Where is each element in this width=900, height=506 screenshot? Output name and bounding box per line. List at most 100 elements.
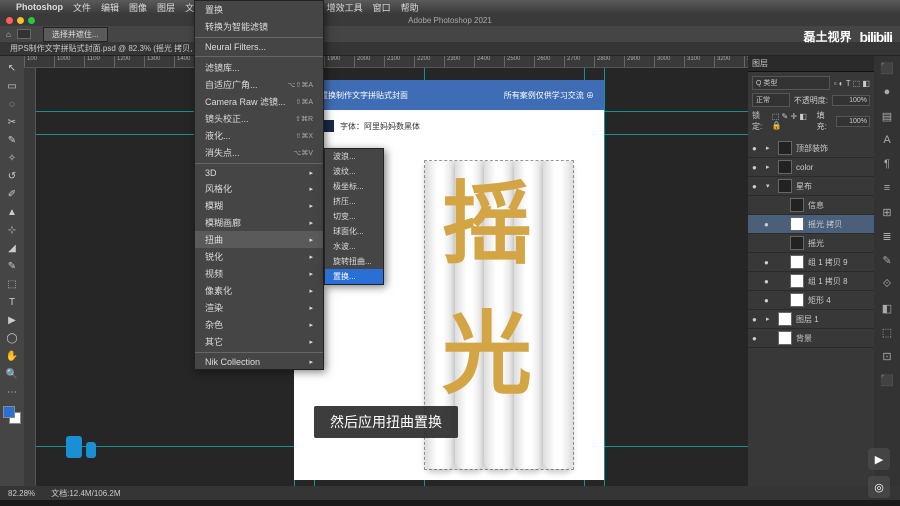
submenu-item[interactable]: 波纹... bbox=[325, 164, 383, 179]
layer-row[interactable]: ● 摇光 拷贝 bbox=[748, 215, 874, 234]
submenu-item[interactable]: 挤压... bbox=[325, 194, 383, 209]
tool-button[interactable]: ▭ bbox=[4, 78, 20, 94]
menu-category[interactable]: 扭曲▸ bbox=[195, 231, 323, 248]
guide[interactable] bbox=[604, 68, 605, 486]
tool-button[interactable]: ⊹ bbox=[4, 222, 20, 238]
tool-button[interactable]: ✋ bbox=[4, 348, 20, 364]
filter-select[interactable]: Q 类型 bbox=[752, 76, 830, 90]
page-thumb[interactable] bbox=[86, 442, 96, 458]
layer-row[interactable]: ●▾星布 bbox=[748, 177, 874, 196]
layer-name[interactable]: 组 1 拷贝 9 bbox=[808, 257, 848, 268]
fold-icon[interactable]: ▸ bbox=[766, 144, 774, 152]
menu-item[interactable]: 镜头校正...⇧⌘R bbox=[195, 110, 323, 127]
layer-name[interactable]: 图层 1 bbox=[796, 314, 819, 325]
layer-row[interactable]: ● 组 1 拷贝 8 bbox=[748, 272, 874, 291]
tool-button[interactable]: 🔍 bbox=[4, 366, 20, 382]
layer-name[interactable]: 星布 bbox=[796, 181, 812, 192]
menu-help[interactable]: 帮助 bbox=[401, 1, 419, 14]
menu-plugins[interactable]: 增效工具 bbox=[327, 1, 363, 14]
menu-layer[interactable]: 图层 bbox=[157, 1, 175, 14]
menu-file[interactable]: 文件 bbox=[73, 1, 91, 14]
tool-button[interactable]: ⬚ bbox=[4, 276, 20, 292]
layer-name[interactable]: color bbox=[796, 163, 813, 172]
panel-icon[interactable]: ¶ bbox=[879, 156, 895, 172]
menu-category[interactable]: 渲染▸ bbox=[195, 299, 323, 316]
layer-name[interactable]: 信息 bbox=[808, 200, 824, 211]
layers-tab[interactable]: 图层 bbox=[752, 58, 768, 69]
menu-item-nik[interactable]: Nik Collection▸ bbox=[195, 355, 323, 369]
submenu-item[interactable]: 置换... bbox=[325, 269, 383, 284]
menu-item[interactable]: 液化...⇧⌘X bbox=[195, 127, 323, 144]
panel-icon[interactable]: ⬛ bbox=[879, 60, 895, 76]
layer-row[interactable]: ● 矩形 4 bbox=[748, 291, 874, 310]
tool-button[interactable]: ✐ bbox=[4, 186, 20, 202]
panel-icon[interactable]: ✎ bbox=[879, 252, 895, 268]
blend-mode-select[interactable]: 正常 bbox=[752, 93, 790, 107]
layer-row[interactable]: ●▸图层 1 bbox=[748, 310, 874, 329]
panel-icon[interactable]: ◧ bbox=[879, 300, 895, 316]
fill-field[interactable]: 100% bbox=[836, 116, 870, 127]
menu-item[interactable]: 消失点...⌥⌘V bbox=[195, 144, 323, 161]
close-icon[interactable] bbox=[6, 17, 13, 24]
menu-category[interactable]: 视频▸ bbox=[195, 265, 323, 282]
panel-icon[interactable]: ⊞ bbox=[879, 204, 895, 220]
menu-category[interactable]: 模糊▸ bbox=[195, 197, 323, 214]
menu-item-smart-filter[interactable]: 转换为智能滤镜 bbox=[195, 18, 323, 35]
visibility-icon[interactable]: ● bbox=[764, 220, 774, 229]
tool-button[interactable]: ↺ bbox=[4, 168, 20, 184]
leitu-icon[interactable]: ◎ bbox=[868, 476, 890, 498]
lock-icons[interactable]: ⬚ ✎ ✛ ◧ 🔒 bbox=[772, 112, 813, 130]
panel-icon[interactable]: ● bbox=[879, 84, 895, 100]
layer-name[interactable]: 矩形 4 bbox=[808, 295, 831, 306]
visibility-icon[interactable]: ● bbox=[752, 334, 762, 343]
menu-item[interactable]: Camera Raw 滤镜...⇧⌘A bbox=[195, 93, 323, 110]
visibility-icon[interactable]: ● bbox=[752, 315, 762, 324]
tool-button[interactable]: ◯ bbox=[4, 330, 20, 346]
layer-row[interactable]: ●组 1 拷贝 9 bbox=[748, 253, 874, 272]
doc-info[interactable]: 文档:12.4M/106.2M bbox=[51, 488, 120, 499]
panel-icon[interactable]: A bbox=[879, 132, 895, 148]
fold-icon[interactable]: ▸ bbox=[766, 163, 774, 171]
tool-button[interactable]: ◢ bbox=[4, 240, 20, 256]
color-swatch[interactable] bbox=[3, 406, 21, 424]
menu-category[interactable]: 其它▸ bbox=[195, 333, 323, 350]
tool-button[interactable]: ◌ bbox=[4, 96, 20, 112]
menu-window[interactable]: 窗口 bbox=[373, 1, 391, 14]
layer-name[interactable]: 摇光 拷贝 bbox=[808, 219, 842, 230]
menu-category[interactable]: 3D▸ bbox=[195, 166, 323, 180]
tool-button[interactable]: ▶ bbox=[4, 312, 20, 328]
submenu-item[interactable]: 水波... bbox=[325, 239, 383, 254]
visibility-icon[interactable]: ● bbox=[764, 296, 774, 305]
layer-row[interactable]: ●▸color bbox=[748, 158, 874, 177]
menu-category[interactable]: 风格化▸ bbox=[195, 180, 323, 197]
tool-preset[interactable] bbox=[17, 29, 31, 39]
layer-row[interactable]: ●背景 bbox=[748, 329, 874, 348]
menu-item-last-filter[interactable]: 置换 bbox=[195, 1, 323, 18]
panel-icon[interactable]: ⬚ bbox=[879, 324, 895, 340]
home-icon[interactable]: ⌂ bbox=[6, 30, 11, 39]
tool-button[interactable]: ↖ bbox=[4, 60, 20, 76]
layer-row[interactable]: 信息 bbox=[748, 196, 874, 215]
menu-edit[interactable]: 编辑 bbox=[101, 1, 119, 14]
panel-icon[interactable]: ⬛ bbox=[879, 372, 895, 388]
page-thumb[interactable] bbox=[66, 436, 82, 458]
panel-icon[interactable]: ⟐ bbox=[879, 276, 895, 292]
canvas[interactable]: 1001000110012001300140015001600170018001… bbox=[24, 56, 748, 486]
menu-category[interactable]: 锐化▸ bbox=[195, 248, 323, 265]
tool-button[interactable]: ✎ bbox=[4, 258, 20, 274]
tool-button[interactable]: ▲ bbox=[4, 204, 20, 220]
filter-icons[interactable]: ▫ ◐ T ⬚ ◧ bbox=[834, 79, 870, 88]
panel-icon[interactable]: ≡ bbox=[879, 180, 895, 196]
layer-name[interactable]: 顶部装饰 bbox=[796, 143, 828, 154]
panel-icon[interactable]: ≣ bbox=[879, 228, 895, 244]
menu-category[interactable]: 杂色▸ bbox=[195, 316, 323, 333]
tool-button[interactable]: ✂ bbox=[4, 114, 20, 130]
minimize-icon[interactable] bbox=[17, 17, 24, 24]
menu-item-neural[interactable]: Neural Filters... bbox=[195, 40, 323, 54]
visibility-icon[interactable]: ● bbox=[764, 277, 774, 286]
app-name[interactable]: Photoshop bbox=[16, 2, 63, 12]
tool-button[interactable]: ✎ bbox=[4, 132, 20, 148]
layer-name[interactable]: 组 1 拷贝 8 bbox=[808, 276, 848, 287]
submenu-item[interactable]: 极坐标... bbox=[325, 179, 383, 194]
submenu-item[interactable]: 旋转扭曲... bbox=[325, 254, 383, 269]
